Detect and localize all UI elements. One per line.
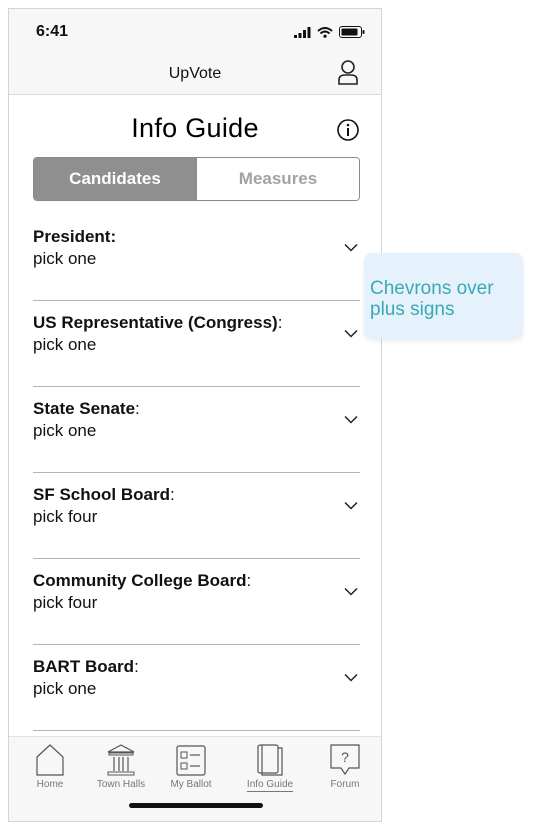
- bottom-tab-bar: Home Town Halls My Ballot Info Guide ? F…: [9, 736, 381, 821]
- tab-info-guide[interactable]: Info Guide: [235, 743, 305, 790]
- status-bar: 6:41: [9, 9, 381, 55]
- phone-frame: 6:41 UpVote Info Guide Candidates Measur…: [8, 8, 382, 822]
- race-row[interactable]: BART Board: pick one: [33, 645, 360, 731]
- tab-measures[interactable]: Measures: [196, 158, 359, 200]
- tab-label: Info Guide: [246, 779, 294, 790]
- status-time: 6:41: [36, 23, 69, 40]
- race-colon: :: [134, 657, 139, 676]
- race-row[interactable]: Community College Board: pick four: [33, 559, 360, 645]
- svg-text:?: ?: [341, 749, 349, 765]
- race-name: President:: [33, 227, 117, 246]
- race-detail: pick one: [33, 335, 97, 354]
- race-row[interactable]: President: pick one: [33, 215, 360, 301]
- book-icon: [257, 744, 283, 776]
- tab-my-ballot[interactable]: My Ballot: [156, 743, 226, 790]
- race-name: SF School Board: [33, 485, 170, 504]
- tab-label: Home: [36, 779, 64, 790]
- tab-label: My Ballot: [170, 779, 212, 790]
- tab-label: Town Halls: [96, 779, 146, 790]
- race-name: US Representative (Congress): [33, 313, 278, 332]
- race-colon: :: [277, 313, 283, 332]
- race-title: Community College Board:: [33, 571, 251, 591]
- status-icons: [294, 26, 365, 38]
- chevron-down-icon[interactable]: [344, 501, 358, 510]
- tab-town-halls[interactable]: Town Halls: [86, 743, 156, 790]
- profile-icon[interactable]: [337, 59, 359, 87]
- race-name: State Senate: [33, 399, 136, 418]
- chevron-down-icon[interactable]: [344, 243, 358, 252]
- signal-icon: [294, 26, 311, 38]
- race-detail: pick one: [33, 421, 97, 440]
- chevron-down-icon[interactable]: [344, 673, 358, 682]
- race-colon: :: [169, 485, 175, 504]
- home-indicator[interactable]: [129, 803, 263, 808]
- app-title: UpVote: [168, 65, 222, 82]
- tab-label: Forum: [330, 779, 360, 790]
- race-title: BART Board:: [33, 657, 139, 677]
- tab-forum[interactable]: ? Forum: [310, 743, 380, 790]
- battery-icon: [339, 26, 365, 38]
- race-detail: pick one: [33, 679, 97, 698]
- home-icon: [36, 744, 64, 776]
- race-colon: :: [135, 399, 140, 418]
- nav-bar: UpVote: [9, 55, 381, 95]
- segmented-control: Candidates Measures: [33, 157, 360, 201]
- race-detail: pick one: [33, 249, 97, 268]
- chevron-down-icon[interactable]: [344, 329, 358, 338]
- race-detail: pick four: [33, 507, 98, 526]
- race-title: State Senate:: [33, 399, 140, 419]
- race-name: Community College Board: [33, 571, 247, 590]
- chevron-down-icon[interactable]: [344, 587, 358, 596]
- race-list: President: pick one US Representative (C…: [33, 215, 360, 731]
- race-title: US Representative (Congress):: [33, 313, 282, 333]
- race-detail: pick four: [33, 593, 98, 612]
- forum-icon: ?: [330, 744, 360, 776]
- ballot-icon: [176, 745, 206, 776]
- chevron-down-icon[interactable]: [344, 415, 358, 424]
- race-title: SF School Board:: [33, 485, 175, 505]
- wifi-icon: [317, 26, 333, 38]
- race-row[interactable]: SF School Board: pick four: [33, 473, 360, 559]
- info-icon[interactable]: [336, 118, 360, 142]
- race-colon: :: [246, 571, 252, 590]
- town-hall-icon: [107, 744, 135, 776]
- annotation-note: Chevrons over plus signs: [364, 253, 523, 339]
- race-name: BART Board: [33, 657, 135, 676]
- tab-candidates[interactable]: Candidates: [34, 158, 196, 200]
- race-title: President:: [33, 227, 116, 247]
- race-row[interactable]: State Senate: pick one: [33, 387, 360, 473]
- page-title: Info Guide: [131, 113, 259, 143]
- race-row[interactable]: US Representative (Congress): pick one: [33, 301, 360, 387]
- tab-home[interactable]: Home: [15, 743, 85, 790]
